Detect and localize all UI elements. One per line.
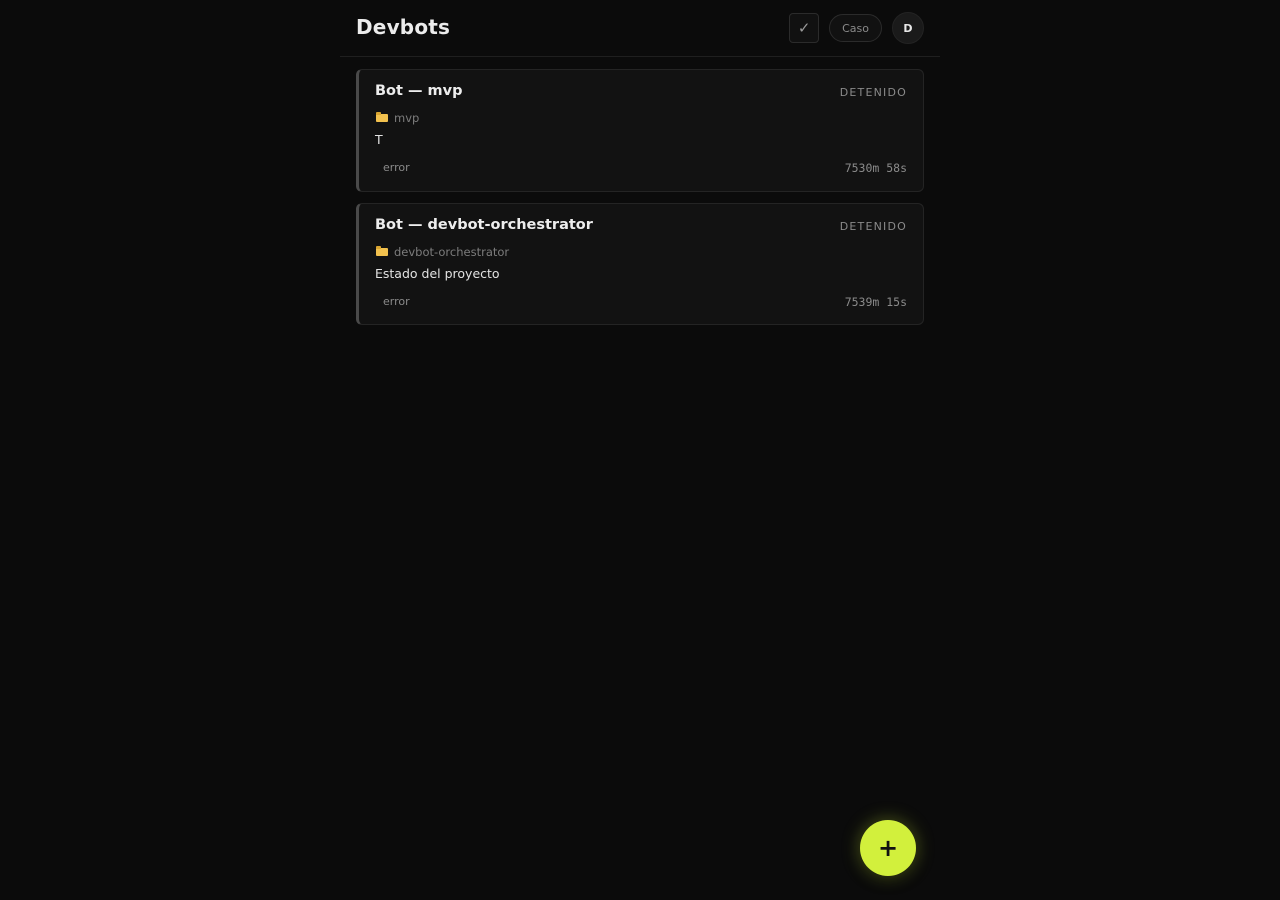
folder-label: mvp [394,111,420,125]
bot-elapsed-time: 7539m 15s [844,295,907,309]
app-shell: Devbots ✓ Caso D Bot — mvp DETENIDO mvp … [340,0,940,900]
bot-elapsed-time: 7530m 58s [844,161,907,175]
folder-label: devbot-orchestrator [394,245,510,259]
caso-button[interactable]: Caso [829,14,882,42]
add-bot-button[interactable]: + [860,820,916,876]
status-badge: DETENIDO [839,86,907,99]
bot-list: Bot — mvp DETENIDO mvp T error 7530m 58s… [356,69,924,336]
bot-description: T [375,132,383,147]
bot-tag: error [383,295,410,308]
header: Devbots ✓ Caso D [340,0,940,57]
bot-description: Estado del proyecto [375,266,500,281]
check-icon: ✓ [797,19,811,37]
plus-icon: + [877,834,899,862]
check-button[interactable]: ✓ [789,13,820,43]
avatar[interactable]: D [892,12,924,44]
bot-folder: devbot-orchestrator [375,245,509,259]
bot-name: Bot — mvp [375,83,463,99]
folder-icon [376,246,388,256]
page-title: Devbots [356,15,451,39]
header-actions: ✓ Caso D [789,12,924,44]
bot-name: Bot — devbot-orchestrator [375,217,593,233]
bot-tag: error [383,161,410,174]
bot-folder: mvp [375,111,419,125]
bot-card[interactable]: Bot — mvp DETENIDO mvp T error 7530m 58s [356,69,924,192]
status-badge: DETENIDO [839,220,907,233]
bot-card[interactable]: Bot — devbot-orchestrator DETENIDO devbo… [356,203,924,325]
folder-icon [376,112,388,122]
